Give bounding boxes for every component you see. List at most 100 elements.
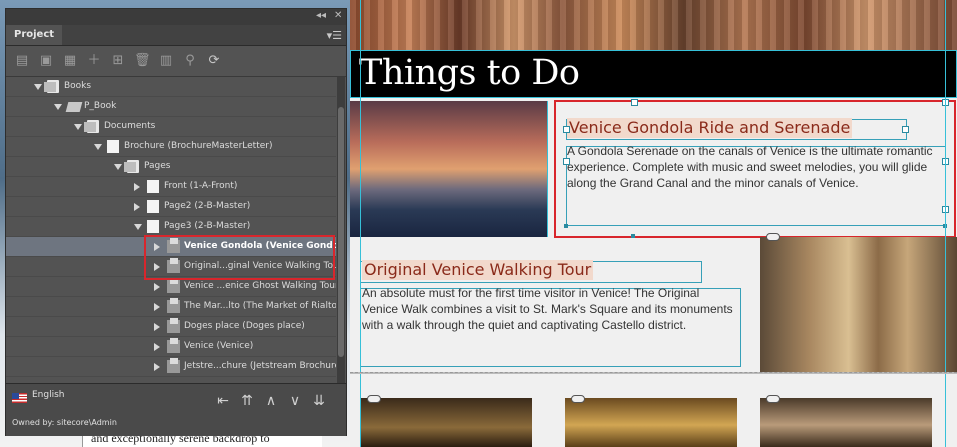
collapsed-arrow-icon[interactable] (154, 343, 160, 351)
collapsed-arrow-icon[interactable] (154, 363, 160, 371)
gondola-heading: Venice Gondola Ride and Serenade (567, 118, 853, 138)
panel-tab-row: Project ▾☰ (6, 25, 346, 46)
tree-item-label: Venice (Venice) (184, 341, 254, 351)
link-icon[interactable] (766, 233, 780, 241)
tree-item[interactable]: Front (1-A-Front) (6, 177, 336, 197)
folder-icon (124, 160, 139, 173)
photo-bottom-3[interactable] (760, 398, 932, 447)
tree-item[interactable]: Venice ...enice Ghost Walking Tour) (6, 277, 336, 297)
panel-toolbar: ▤ ▣ ▦ ＋ ⊞ 🗑 ▥ ⚲ ⟳ (6, 46, 346, 77)
tree-scrollbar[interactable] (337, 77, 345, 383)
link-icon[interactable] (367, 395, 381, 403)
photo-gondola[interactable] (350, 101, 548, 237)
tree-item-label: P_Book (84, 101, 117, 111)
expanded-arrow-icon[interactable] (34, 84, 42, 90)
page-icon (147, 200, 159, 213)
tree-item[interactable]: Page3 (2-B-Master) (6, 217, 336, 237)
move-up-icon[interactable]: ∧ (262, 392, 280, 410)
tree-item-label: Brochure (BrochureMasterLetter) (124, 141, 273, 151)
add-icon[interactable]: ＋ (86, 53, 102, 69)
title-frame[interactable]: Things to Do (350, 50, 957, 98)
scrollbar-thumb[interactable] (338, 107, 344, 357)
item-icon (167, 298, 180, 313)
resize-handle[interactable] (563, 126, 570, 133)
collapse-icon[interactable]: ◂◂ (316, 10, 326, 21)
collapsed-arrow-icon[interactable] (154, 283, 160, 291)
panel-title-strip: ◂◂ ✕ (6, 9, 346, 25)
properties-icon[interactable]: ▥ (158, 53, 174, 69)
expanded-arrow-icon[interactable] (54, 104, 62, 110)
tree-item-label: Books (64, 81, 92, 91)
add-child-icon[interactable]: ⊞ (110, 53, 126, 69)
project-tree[interactable]: Books P_Book Documents Brochure (BrochureMa… (6, 77, 336, 383)
owner-label: Owned by: sitecore\Admin (12, 418, 117, 427)
item-icon (167, 358, 180, 373)
tree-item-label: Front (1-A-Front) (164, 181, 238, 191)
tree-item[interactable]: Brochure (BrochureMasterLetter) (6, 137, 336, 157)
tree-item[interactable]: Documents (6, 117, 336, 137)
expanded-arrow-icon[interactable] (114, 164, 122, 170)
book-icon (65, 102, 83, 112)
item-icon (167, 318, 180, 333)
tab-project[interactable]: Project (6, 25, 63, 45)
page-icon (147, 220, 159, 233)
tree-item[interactable]: Jetstre...chure (Jetstream Brochure) (6, 357, 336, 377)
item-icon (167, 338, 180, 353)
guide-line (360, 0, 361, 447)
tree-item[interactable]: P_Book (6, 97, 336, 117)
walking-body: An absolute must for the first time visi… (362, 286, 733, 332)
panel-footer: English Owned by: sitecore\Admin ⇤ ⇈ ∧ ∨ ⇊ (6, 383, 346, 436)
photo-bottom-1[interactable] (360, 398, 532, 447)
guide-line (945, 0, 946, 447)
collapsed-arrow-icon[interactable] (134, 203, 140, 211)
tree-item[interactable]: The Mar...lto (The Market of Rialto) (6, 297, 336, 317)
us-flag-icon[interactable] (12, 393, 27, 403)
resize-handle[interactable] (563, 158, 570, 165)
save-icon[interactable]: ▣ (38, 53, 54, 69)
project-panel[interactable]: ◂◂ ✕ Project ▾☰ ▤ ▣ ▦ ＋ ⊞ 🗑 ▥ ⚲ ⟳ Books P… (5, 8, 347, 436)
page-icon (107, 140, 119, 153)
photo-venice-buildings[interactable] (350, 0, 957, 50)
move-down-icon[interactable]: ∨ (286, 392, 304, 410)
refresh-icon[interactable]: ⟳ (206, 53, 222, 69)
guide-line (547, 101, 548, 237)
expanded-arrow-icon[interactable] (94, 144, 102, 150)
anchor-point (564, 224, 568, 228)
new-item-icon[interactable]: ▤ (14, 53, 30, 69)
item-icon (167, 278, 180, 293)
resize-handle[interactable] (631, 99, 638, 106)
tree-item[interactable]: Pages (6, 157, 336, 177)
validate-icon[interactable]: ⚲ (182, 53, 198, 69)
link-icon[interactable] (571, 395, 585, 403)
folder-icon (44, 80, 59, 93)
photo-bottom-2[interactable] (565, 398, 737, 447)
collapsed-arrow-icon[interactable] (134, 183, 140, 191)
gondola-body: A Gondola Serenade on the canals of Veni… (567, 144, 933, 190)
tree-item[interactable]: Books (6, 77, 336, 97)
page-title: Things to Do (359, 53, 580, 93)
language-label[interactable]: English (32, 390, 65, 400)
tree-item[interactable]: Venice (Venice) (6, 337, 336, 357)
delete-icon[interactable]: 🗑 (134, 53, 151, 69)
close-icon[interactable]: ✕ (334, 10, 342, 21)
panel-menu-icon[interactable]: ▾☰ (327, 29, 342, 42)
collapsed-arrow-icon[interactable] (154, 303, 160, 311)
collapsed-arrow-icon[interactable] (154, 323, 160, 331)
link-icon[interactable] (766, 395, 780, 403)
expanded-arrow-icon[interactable] (134, 224, 142, 230)
save-all-icon[interactable]: ▦ (62, 53, 78, 69)
anchor-point (631, 234, 635, 238)
tree-item[interactable]: Doges place (Doges place) (6, 317, 336, 337)
folder-icon (84, 120, 99, 133)
tree-item-label: Page2 (2-B-Master) (164, 201, 251, 211)
move-last-icon[interactable]: ⇊ (310, 392, 328, 410)
move-first-icon[interactable]: ⇈ (238, 392, 256, 410)
move-to-icon[interactable]: ⇤ (214, 392, 232, 410)
highlight-box (144, 235, 335, 280)
guide-line (350, 372, 957, 374)
tree-item[interactable]: Page2 (2-B-Master) (6, 197, 336, 217)
photo-venice-alley[interactable] (760, 237, 957, 373)
tree-item-label: The Mar...lto (The Market of Rialto) (184, 301, 336, 311)
resize-handle[interactable] (902, 126, 909, 133)
expanded-arrow-icon[interactable] (74, 124, 82, 130)
